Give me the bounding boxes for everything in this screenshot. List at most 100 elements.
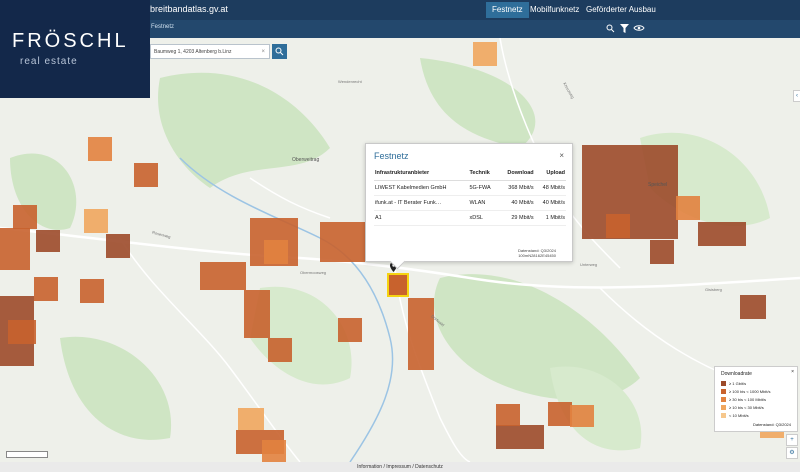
tech-cell: 5G-FWA xyxy=(468,180,499,196)
table-row: LIWEST Kabelmedien GmbH 5G-FWA 368 Mbit/… xyxy=(374,180,566,196)
footer: Information / Impressum / Datenschutz xyxy=(0,462,800,472)
froeschl-logo: FRÖSCHL real estate xyxy=(0,0,150,98)
logo-line1: FRÖSCHL xyxy=(12,30,129,52)
legend-label: ≥ 100 bis < 1000 Mbit/s xyxy=(729,389,771,394)
settings-icon[interactable]: ⚙ xyxy=(786,447,798,459)
logo-line2: real estate xyxy=(20,56,78,67)
sidebar-toggle-button[interactable]: ‹ xyxy=(793,90,800,102)
coverage-tile[interactable] xyxy=(268,338,292,362)
coverage-tile[interactable] xyxy=(34,277,58,301)
map-label: Oberweitrag xyxy=(292,157,320,163)
legend-item: ≥ 1 Gbit/s xyxy=(721,381,746,387)
download-legend: Downloadrate × ≥ 1 Gbit/s ≥ 100 bis < 10… xyxy=(714,366,798,432)
coverage-tile[interactable] xyxy=(134,163,158,187)
map-scale-bar xyxy=(6,451,48,458)
column-header: Upload xyxy=(534,166,566,181)
filter-icon[interactable] xyxy=(620,24,629,33)
tab-festnetz[interactable]: Festnetz xyxy=(486,2,529,18)
legend-item: ≥ 10 bis < 30 Mbit/s xyxy=(721,405,764,411)
download-cell: 29 Mbit/s xyxy=(498,210,535,226)
legend-swatch xyxy=(721,389,726,395)
download-cell: 40 Mbit/s xyxy=(498,195,535,211)
legend-title: Downloadrate xyxy=(721,371,752,377)
map-label: Wendenrecht xyxy=(338,79,362,84)
coverage-tile[interactable] xyxy=(0,228,30,270)
provider-cell: A1 xyxy=(374,210,469,226)
coverage-tile[interactable] xyxy=(338,318,362,342)
upload-cell: 40 Mbit/s xyxy=(534,195,566,211)
column-header: Infrastrukturanbieter xyxy=(374,166,469,181)
coverage-tile[interactable] xyxy=(36,230,60,252)
legend-label: ≥ 30 bis < 100 Mbit/s xyxy=(729,397,766,402)
coverage-tile[interactable] xyxy=(106,234,130,258)
legend-swatch xyxy=(721,397,726,403)
legend-item: ≥ 100 bis < 1000 Mbit/s xyxy=(721,389,770,395)
footer-links[interactable]: Information / Impressum / Datenschutz xyxy=(357,464,443,470)
coverage-tile[interactable] xyxy=(80,279,104,303)
coverage-tile[interactable] xyxy=(264,240,288,264)
coverage-tile[interactable] xyxy=(496,404,520,426)
legend-swatch xyxy=(721,405,726,411)
layers-icon[interactable] xyxy=(633,24,645,33)
map-label: Obermoosweg xyxy=(300,270,327,275)
coverage-tile[interactable] xyxy=(8,320,36,344)
tab-gefoerderter-ausbau[interactable]: Geförderter Ausbau xyxy=(580,2,662,18)
provider-cell: ifunk.at - IT Berater Funk… xyxy=(374,195,469,211)
legend-label: ≥ 1 Gbit/s xyxy=(729,381,747,386)
coverage-tile[interactable] xyxy=(548,402,572,426)
coverage-tile[interactable] xyxy=(244,290,270,338)
coverage-tile[interactable] xyxy=(84,209,108,233)
coverage-tile[interactable] xyxy=(740,295,766,319)
clear-icon[interactable]: × xyxy=(261,45,265,60)
close-icon[interactable]: × xyxy=(559,151,564,160)
coverage-tile[interactable] xyxy=(262,440,286,462)
coverage-tile[interactable] xyxy=(496,425,544,449)
coverage-tile[interactable] xyxy=(408,298,434,370)
map-label: Unterweg xyxy=(580,262,598,267)
legend-label: ≥ 10 bis < 30 Mbit/s xyxy=(729,405,764,410)
coverage-tile[interactable] xyxy=(238,408,264,430)
column-header: Download xyxy=(498,166,535,181)
popup-data-stand: Datenstand: Q3/2024 100mN28162E45450 xyxy=(518,248,556,258)
address-search-input[interactable]: Baumweg 1, 4203 Altenberg b.Linz × xyxy=(150,44,270,59)
search-button[interactable] xyxy=(272,44,287,59)
coverage-tile[interactable] xyxy=(698,222,746,246)
provider-table: Infrastrukturanbieter Technik Download U… xyxy=(374,166,566,226)
coverage-tile[interactable] xyxy=(570,405,594,427)
selected-cell[interactable] xyxy=(387,273,409,297)
site-name[interactable]: breitbandatlas.gv.at xyxy=(150,4,228,14)
tech-cell: WLAN xyxy=(468,195,499,211)
address-search-value: Baumweg 1, 4203 Altenberg b.Linz xyxy=(154,49,232,55)
table-row: A1 xDSL 29 Mbit/s 1 Mbit/s xyxy=(374,210,566,226)
coverage-tile[interactable] xyxy=(13,205,37,229)
legend-data-stand: Datenstand: Q3/2024 xyxy=(752,422,791,427)
upload-cell: 48 Mbit/s xyxy=(534,180,566,196)
legend-swatch xyxy=(721,381,726,387)
coverage-tile[interactable] xyxy=(88,137,112,161)
zoom-control-button[interactable]: + xyxy=(786,434,798,446)
legend-item: < 10 Mbit/s xyxy=(721,413,749,419)
column-header: Technik xyxy=(468,166,499,181)
close-icon[interactable]: × xyxy=(791,369,794,375)
legend-item: ≥ 30 bis < 100 Mbit/s xyxy=(721,397,766,403)
coverage-tile[interactable] xyxy=(606,214,630,238)
search-icon[interactable] xyxy=(606,24,615,33)
coverage-tile[interactable] xyxy=(320,222,368,262)
coverage-tile[interactable] xyxy=(200,262,246,290)
festnetz-popup: Festnetz × Infrastrukturanbieter Technik… xyxy=(365,143,573,270)
upload-cell: 1 Mbit/s xyxy=(534,210,566,226)
coverage-tile[interactable] xyxy=(676,196,700,220)
map-label: Gisisberg xyxy=(705,287,722,292)
popup-title: Festnetz xyxy=(374,151,409,161)
search-icon xyxy=(275,47,284,56)
download-cell: 368 Mbit/s xyxy=(498,180,535,196)
coverage-tile[interactable] xyxy=(650,240,674,264)
coverage-tile[interactable] xyxy=(473,42,497,66)
popup-cell-id: 100mN28162E45450 xyxy=(518,253,556,258)
layer-label: Festnetz xyxy=(151,24,175,30)
legend-swatch xyxy=(721,413,726,419)
map-label: Speichel xyxy=(648,182,668,188)
legend-label: < 10 Mbit/s xyxy=(729,413,749,418)
tech-cell: xDSL xyxy=(468,210,499,226)
tab-mobilfunknetz[interactable]: Mobilfunknetz xyxy=(524,2,585,18)
